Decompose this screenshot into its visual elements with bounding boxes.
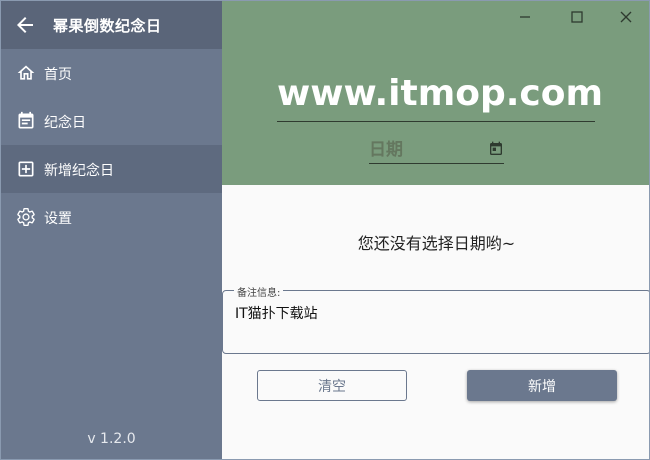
main-panel: www.itmop.com 您还没有选择日期哟~ 备注信息: 清空 新增: [222, 1, 649, 459]
app-window: 幂果倒数纪念日 首页 纪念日 新增纪念日 设置 v 1.2.0 www.itmo…: [0, 0, 650, 460]
sidebar-item-label: 新增纪念日: [44, 163, 114, 179]
sidebar-item-label: 首页: [44, 67, 72, 83]
calendar-icon[interactable]: [488, 141, 504, 157]
close-icon[interactable]: [618, 9, 634, 25]
sidebar-item-add-anniversary[interactable]: 新增纪念日: [1, 145, 222, 193]
add-box-icon: [18, 161, 34, 177]
no-date-prompt: 您还没有选择日期哟~: [357, 234, 516, 253]
sidebar-item-home[interactable]: 首页: [1, 49, 222, 97]
back-arrow-icon[interactable]: [13, 13, 37, 37]
event-note-icon: [18, 111, 34, 129]
sidebar-item-anniversaries[interactable]: 纪念日: [1, 97, 222, 145]
version-label: v 1.2.0: [87, 431, 136, 447]
remark-field-label: 备注信息:: [234, 284, 284, 299]
sidebar: 幂果倒数纪念日 首页 纪念日 新增纪念日 设置 v 1.2.0: [1, 1, 222, 459]
date-picker-field[interactable]: [369, 137, 504, 164]
maximize-icon[interactable]: [569, 9, 585, 25]
gear-icon: [17, 208, 35, 226]
add-button[interactable]: 新增: [467, 370, 617, 401]
sidebar-item-label: 纪念日: [44, 115, 86, 131]
sidebar-nav: 首页 纪念日 新增纪念日 设置: [1, 49, 222, 241]
home-icon: [17, 65, 35, 80]
hero-banner: www.itmop.com: [222, 1, 649, 185]
sidebar-item-label: 设置: [44, 211, 72, 227]
remark-field[interactable]: 备注信息:: [222, 284, 649, 354]
date-input[interactable]: [369, 137, 479, 163]
app-title: 幂果倒数纪念日: [53, 17, 162, 35]
remark-input[interactable]: [235, 303, 635, 323]
hero-title: www.itmop.com: [277, 73, 603, 114]
minimize-icon[interactable]: [517, 9, 533, 25]
sidebar-item-settings[interactable]: 设置: [1, 193, 222, 241]
sidebar-header: 幂果倒数纪念日: [1, 1, 222, 49]
clear-button[interactable]: 清空: [257, 370, 407, 401]
date-field-underline: [369, 163, 504, 164]
hero-divider: [277, 121, 595, 122]
